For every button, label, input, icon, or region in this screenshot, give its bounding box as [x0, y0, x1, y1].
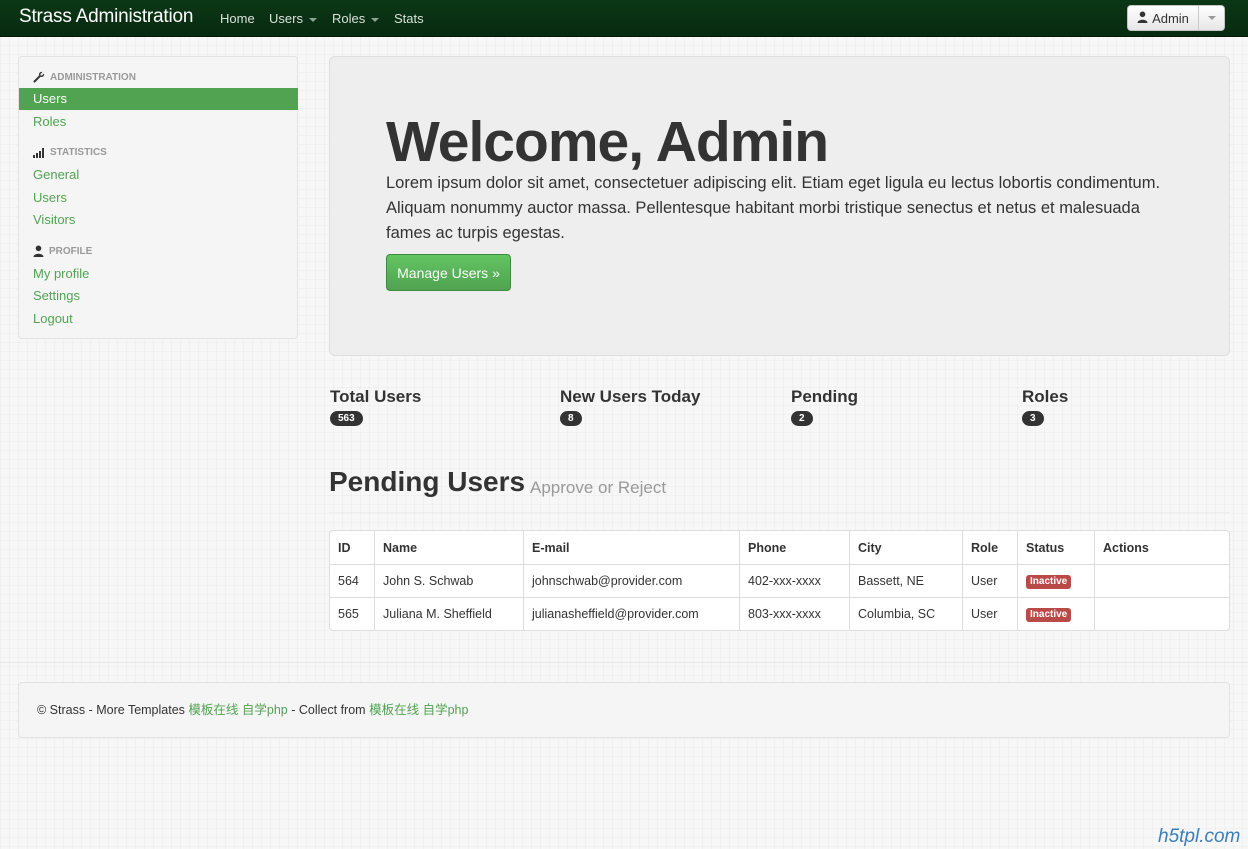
cell-actions — [1094, 597, 1229, 630]
sidebar-header-label: STATISTICS — [50, 147, 107, 158]
column-header-id: ID — [338, 540, 351, 555]
divider — [329, 512, 1230, 513]
sidebar-item-users[interactable]: Users — [19, 88, 298, 110]
column-header-email: E-mail — [523, 531, 739, 564]
signal-icon — [33, 147, 45, 158]
admin-button[interactable]: Admin — [1128, 6, 1199, 30]
sidebar-header-statistics: STATISTICS — [33, 147, 107, 158]
footer-link-php-2[interactable]: 自学php — [423, 703, 469, 717]
stat-badge: 563 — [330, 411, 363, 426]
column-header-phone: Phone — [739, 531, 849, 564]
table-header-row: ID Name E-mail Phone City Role Status Ac… — [330, 531, 1229, 564]
footer-link-php[interactable]: 自学php — [242, 703, 288, 717]
admin-dropdown-toggle[interactable] — [1199, 6, 1224, 30]
table-row: 565 Juliana M. Sheffield julianasheffiel… — [330, 597, 1229, 630]
column-header-role: Role — [962, 531, 1017, 564]
pending-users-subtitle: Approve or Reject — [530, 478, 667, 497]
sidebar-header-administration: ADMINISTRATION — [33, 71, 136, 83]
cell-name: Juliana M. Sheffield — [374, 597, 523, 630]
footer-link-templates[interactable]: 模板在线 — [188, 703, 238, 717]
cell-actions — [1094, 564, 1229, 597]
cell-status: Inactive — [1017, 564, 1094, 597]
watermark: h5tpl.com — [1158, 826, 1241, 847]
status-badge: Inactive — [1026, 608, 1072, 622]
column-header-name: Name — [374, 531, 523, 564]
nav-home[interactable]: Home — [220, 11, 255, 26]
cell-email: johnschwab@provider.com — [523, 564, 739, 597]
user-icon — [33, 245, 44, 257]
stat-badge: 2 — [791, 411, 813, 426]
sidebar-nav: ADMINISTRATION Users Roles STATISTICS Ge… — [18, 56, 298, 339]
cell-status: Inactive — [1017, 597, 1094, 630]
sidebar-item-settings[interactable]: Settings — [19, 285, 298, 307]
cell-phone: 402-xxx-xxxx — [739, 564, 849, 597]
admin-button-group: Admin — [1127, 5, 1225, 31]
stat-label: Total Users — [330, 387, 422, 406]
stat-new-users-today: New Users Today 8 — [560, 387, 700, 426]
column-header-actions: Actions — [1094, 531, 1229, 564]
nav-roles-dropdown[interactable]: Roles — [332, 11, 380, 26]
cell-role: User — [962, 564, 1017, 597]
welcome-hero: Welcome, Admin Lorem ipsum dolor sit ame… — [329, 56, 1230, 356]
user-icon — [1137, 11, 1148, 26]
cell-email: julianasheffield@provider.com — [523, 597, 739, 630]
footer-collect-text: - Collect from — [291, 703, 366, 717]
cell-id: 564 — [330, 564, 374, 597]
stat-roles: Roles 3 — [1022, 387, 1068, 426]
sidebar-item-roles[interactable]: Roles — [19, 111, 298, 133]
top-navbar: Strass Administration Home Users Roles S… — [0, 0, 1248, 37]
pending-users-title: Pending Users — [329, 466, 526, 497]
status-badge: Inactive — [1026, 575, 1072, 589]
chevron-down-icon — [308, 17, 317, 22]
table-row: 564 John S. Schwab johnschwab@provider.c… — [330, 564, 1229, 597]
hero-text: Lorem ipsum dolor sit amet, consectetuer… — [386, 174, 1161, 242]
cell-name: John S. Schwab — [374, 564, 523, 597]
stat-label: Pending — [791, 387, 859, 406]
column-header-status: Status — [1017, 531, 1094, 564]
sidebar-item-visitors[interactable]: Visitors — [19, 209, 298, 231]
footer-divider — [0, 662, 1248, 663]
cell-city: Bassett, NE — [849, 564, 962, 597]
sidebar-header-label: PROFILE — [49, 245, 93, 257]
sidebar-item-general[interactable]: General — [19, 164, 298, 186]
pending-users-table: ID Name E-mail Phone City Role Status Ac… — [329, 530, 1230, 631]
nav-users-dropdown[interactable]: Users — [269, 11, 317, 26]
sidebar-header-profile: PROFILE — [33, 245, 92, 257]
stat-pending: Pending 2 — [791, 387, 858, 426]
footer-link-templates-2[interactable]: 模板在线 — [369, 703, 419, 717]
brand-link[interactable]: Strass Administration — [19, 6, 193, 28]
stat-badge: 3 — [1022, 411, 1044, 426]
stat-label: New Users Today — [560, 387, 701, 406]
chevron-down-icon — [1207, 16, 1216, 20]
footer: © Strass - More Templates 模板在线 自学php - C… — [18, 682, 1230, 738]
stat-total-users: Total Users 563 — [330, 387, 421, 426]
cell-role: User — [962, 597, 1017, 630]
footer-copyright: © Strass - More Templates — [37, 703, 185, 717]
manage-users-button[interactable]: Manage Users » — [386, 254, 511, 291]
nav-roles-label: Roles — [332, 11, 366, 26]
sidebar-item-stats-users[interactable]: Users — [19, 187, 298, 209]
cell-city: Columbia, SC — [849, 597, 962, 630]
wrench-icon — [33, 71, 45, 83]
sidebar-header-label: ADMINISTRATION — [50, 71, 136, 83]
sidebar-item-logout[interactable]: Logout — [19, 308, 298, 330]
column-header-city: City — [849, 531, 962, 564]
admin-label: Admin — [1152, 10, 1189, 26]
nav-stats[interactable]: Stats — [394, 11, 424, 26]
chevron-down-icon — [371, 17, 380, 22]
stat-badge: 8 — [560, 411, 582, 426]
nav-users-label: Users — [269, 11, 303, 26]
sidebar-item-my-profile[interactable]: My profile — [19, 263, 298, 285]
hero-title: Welcome, Admin — [386, 110, 829, 174]
cell-id: 565 — [330, 597, 374, 630]
cell-phone: 803-xxx-xxxx — [739, 597, 849, 630]
stat-label: Roles — [1022, 387, 1069, 406]
